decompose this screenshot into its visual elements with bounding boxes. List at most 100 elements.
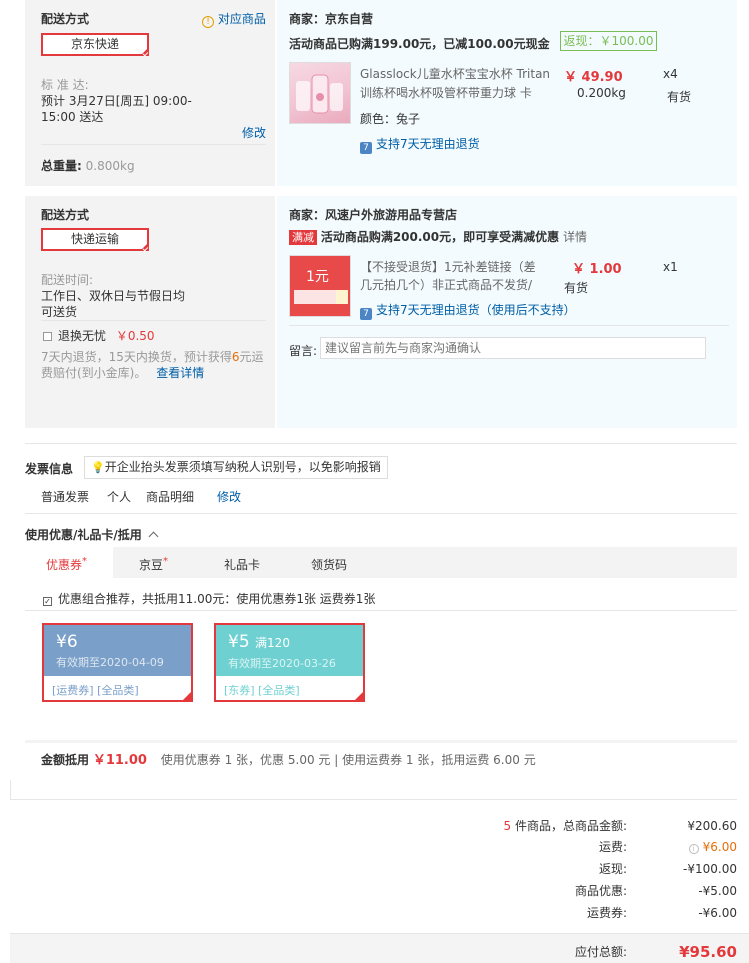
- divider: [41, 320, 266, 321]
- shipping-option-jd-express[interactable]: 京东快递: [41, 33, 149, 56]
- stock-status: 有货: [667, 90, 692, 104]
- message-label: 留言:: [289, 344, 318, 358]
- deduct-amount: ￥11.00: [92, 753, 147, 768]
- product-image-cup[interactable]: [289, 62, 351, 124]
- total-weight: 总重量: 0.800kg: [41, 157, 135, 174]
- goods-count: 5: [503, 819, 512, 833]
- divider: [41, 144, 266, 145]
- invoice-personal: 个人: [107, 490, 132, 504]
- return-policy-label: 支持7天无理由退货: [376, 137, 480, 151]
- delivery-time-line1: 预计 3月27日[周五] 09:00-: [41, 94, 192, 108]
- insurance-desc-line1: 7天内退货，15天内换货，预计获得6元运: [41, 348, 264, 365]
- shipping-option-express[interactable]: 快递运输: [41, 228, 149, 251]
- deduct-desc: 使用优惠券 1 张，优惠 5.00 元 | 使用运费券 1 张，抵用运费 6.0…: [160, 753, 536, 767]
- divider: [10, 799, 737, 800]
- return-policy: 7 支持7天无理由退货（使用后不支持）: [360, 301, 576, 320]
- insurance-price: ￥0.50: [115, 329, 155, 343]
- divider: [25, 443, 737, 444]
- delivery-time-line1: 工作日、双休日与节假日均: [41, 289, 186, 303]
- invoice-modify-link[interactable]: 修改: [217, 488, 241, 505]
- shipping-title: 配送方式: [41, 12, 90, 26]
- tab-coupon[interactable]: 优惠券*: [46, 556, 87, 573]
- coupon-card-top: ¥6 有效期至2020-04-09: [44, 625, 191, 676]
- coupon-card-top: ¥5 满120 有效期至2020-03-26: [216, 625, 363, 676]
- summary-freight-value: i ¥6.00: [657, 836, 737, 858]
- summary-pay-row: 应付总额: ¥95.60: [337, 941, 737, 963]
- insurance-desc-text: 7天内退货，15天内换货，预计获得: [41, 350, 232, 364]
- product-price: ￥ 1.00: [572, 262, 622, 277]
- shipping-option-label: 京东快递: [70, 37, 119, 51]
- summary-total-row: 5 件商品，总商品金额: ¥200.60: [337, 815, 737, 837]
- delivery-time-line2: 可送货: [41, 305, 78, 319]
- merchant-name: 商家：风速户外旅游用品专营店: [289, 208, 458, 222]
- summary-discount-label: 商品优惠:: [574, 884, 627, 898]
- summary-freight-coupon-value: -¥6.00: [698, 906, 737, 920]
- summary-rebate-row: 返现: -¥100.00: [337, 858, 737, 880]
- tab-redeem-code[interactable]: 领货码: [311, 556, 347, 573]
- product-weight: 0.200kg: [577, 86, 626, 100]
- coupon-expiry: 有效期至2020-03-26: [228, 657, 336, 670]
- product-image-text: 1元: [306, 269, 329, 285]
- coupon-recommend[interactable]: ✓ 优惠组合推荐，共抵用11.00元：使用优惠券1张 运费券1张: [43, 590, 375, 607]
- return-policy-label: 支持7天无理由退货（使用后不支持）: [376, 303, 576, 317]
- summary-freight-coupon-label: 运费券:: [586, 906, 627, 920]
- promo-row: 满减 活动商品购满200.00元，即可享受满减优惠 详情: [289, 228, 587, 245]
- product-qty: x4: [663, 67, 678, 81]
- coupon-amount: ¥6: [56, 632, 78, 652]
- product-color: 颜色：兔子: [360, 112, 421, 126]
- insurance-option[interactable]: 退换无忧 ￥0.50: [43, 327, 155, 344]
- divider: [25, 610, 737, 611]
- info-icon[interactable]: i: [688, 844, 699, 854]
- total-weight-label: 总重量:: [41, 159, 82, 173]
- product-title-line2[interactable]: 几元拍几个）非正式商品不发货/: [360, 276, 532, 293]
- product-title-line2[interactable]: 训练杯喝水杯吸管杯带重力球 卡: [360, 84, 532, 101]
- insurance-detail-link[interactable]: 查看详情: [156, 366, 204, 380]
- product-image-patch[interactable]: 1元: [289, 255, 351, 317]
- corresponding-goods-link[interactable]: ! 对应商品: [202, 10, 266, 28]
- invoice-tip-text: 开企业抬头发票须填写纳税人识别号，以免影响报销: [104, 460, 381, 474]
- summary-total-value: ¥200.60: [687, 819, 737, 833]
- summary-freight-label: 运费:: [598, 840, 627, 854]
- tab-jingdou[interactable]: 京豆*: [139, 556, 168, 573]
- rebate-badge: 返现：￥100.00: [560, 31, 657, 51]
- product-image-badge: [336, 290, 348, 304]
- summary-rebate-value: -¥100.00: [683, 862, 737, 876]
- total-weight-value: 0.800kg: [85, 159, 135, 173]
- delivery-label: 配送时间:: [41, 273, 94, 287]
- delivery-label: 标 准 达:: [41, 78, 89, 92]
- selected-check-icon: [140, 242, 149, 251]
- message-input[interactable]: [320, 337, 706, 359]
- return-icon: 7: [360, 142, 372, 154]
- coupon-card-dongquan[interactable]: ¥5 满120 有效期至2020-03-26 [东券] [全品类]: [214, 623, 365, 702]
- chevron-up-icon: [148, 531, 159, 542]
- invoice-detail: 商品明细: [146, 490, 195, 504]
- shipping-option-label: 快递运输: [70, 232, 119, 246]
- insurance-desc-num: 6: [231, 350, 240, 364]
- stock-status: 有货: [564, 281, 589, 295]
- deduct-summary: 金额抵用 ￥11.00 使用优惠券 1 张，优惠 5.00 元 | 使用运费券 …: [41, 749, 536, 768]
- coupon-threshold: 满120: [255, 636, 290, 650]
- modify-delivery-link[interactable]: 修改: [242, 124, 266, 141]
- coupon-section-title[interactable]: 使用优惠/礼品卡/抵用: [25, 526, 159, 543]
- selected-check-icon: [140, 47, 149, 56]
- corresponding-goods-label: 对应商品: [217, 12, 266, 26]
- product-price: ￥ 49.90: [564, 70, 623, 85]
- coupon-amount: ¥5: [228, 632, 250, 652]
- shipping-title: 配送方式: [41, 208, 90, 222]
- goods-count-label: 件商品，总商品金额:: [514, 819, 627, 833]
- tab-gift-card[interactable]: 礼品卡: [224, 556, 260, 573]
- selected-check-icon: [181, 690, 193, 702]
- product-title-line1[interactable]: 【不接受退货】1元补差链接（差: [360, 258, 536, 275]
- coupon-card-freight[interactable]: ¥6 有效期至2020-04-09 [运费券] [全品类]: [42, 623, 193, 702]
- freight-amount: ¥6.00: [702, 840, 737, 854]
- promo-detail-link[interactable]: 详情: [563, 230, 587, 244]
- recommend-checkbox[interactable]: ✓: [43, 597, 52, 606]
- product-title-line1[interactable]: Glasslock儿童水杯宝宝水杯 Tritan: [360, 65, 550, 82]
- cup-illustration: [296, 74, 343, 114]
- invoice-tip: 💡开企业抬头发票须填写纳税人识别号，以免影响报销: [84, 456, 388, 479]
- insurance-label: 退换无忧: [58, 329, 107, 343]
- lightbulb-icon: 💡: [91, 461, 105, 474]
- product-qty: x1: [663, 260, 678, 274]
- selected-check-icon: [353, 690, 365, 702]
- insurance-checkbox[interactable]: [43, 332, 52, 341]
